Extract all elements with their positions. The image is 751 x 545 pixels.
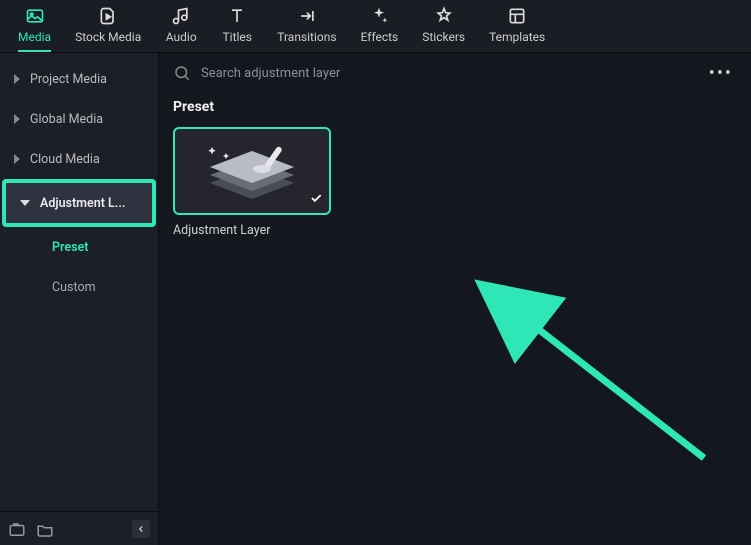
annotation-highlight-box: Adjustment L... [2,179,156,227]
tab-label: Templates [489,30,545,44]
media-icon [25,6,45,26]
content-area: Preset [159,93,751,545]
sidebar-item-label: Project Media [30,72,107,87]
sidebar-subitem-label: Preset [52,240,88,255]
effects-icon [369,6,389,26]
sidebar-item-global-media[interactable]: Global Media [0,99,158,139]
tab-titles[interactable]: Titles [211,0,263,52]
sidebar: Project Media Global Media Cloud Media A… [0,53,159,545]
chevron-right-icon [14,114,20,124]
sidebar-subitem-label: Custom [52,280,96,295]
more-options-button[interactable]: ••• [705,63,737,84]
sidebar-footer [0,511,158,545]
stickers-icon [434,6,454,26]
tab-label: Effects [361,30,399,44]
collapse-sidebar-button[interactable] [132,520,150,538]
tab-stickers[interactable]: Stickers [412,0,475,52]
preset-card-label: Adjustment Layer [173,223,331,238]
adjustment-layer-artwork-icon [192,137,312,205]
sidebar-item-adjustment-layer[interactable]: Adjustment L... [6,183,152,223]
tab-label: Media [18,30,51,44]
preset-card-adjustment-layer[interactable]: Adjustment Layer [173,127,331,238]
main-panel: ••• Preset [159,53,751,545]
new-folder-icon[interactable] [8,521,26,537]
sidebar-subitem-preset[interactable]: Preset [0,227,158,267]
tab-templates[interactable]: Templates [479,0,555,52]
tab-stock-media[interactable]: Stock Media [65,0,151,52]
sidebar-item-cloud-media[interactable]: Cloud Media [0,139,158,179]
templates-icon [507,6,527,26]
tab-label: Titles [222,30,251,44]
search-icon [173,64,191,82]
preset-thumbnail[interactable] [173,127,331,215]
annotation-arrow [354,258,724,488]
chevron-right-icon [14,74,20,84]
tab-media[interactable]: Media [8,0,61,52]
tab-label: Audio [166,30,197,44]
chevron-down-icon [20,200,30,206]
chevron-right-icon [14,154,20,164]
section-title: Preset [173,99,737,115]
search-bar: ••• [159,53,751,93]
tab-label: Stickers [422,30,465,44]
tab-label: Stock Media [75,30,141,44]
folder-icon[interactable] [36,521,54,537]
check-icon [309,190,323,209]
search-input[interactable] [201,66,695,81]
sidebar-item-label: Global Media [30,112,103,127]
sidebar-item-label: Adjustment L... [40,196,125,211]
sidebar-item-label: Cloud Media [30,152,100,167]
sidebar-item-project-media[interactable]: Project Media [0,59,158,99]
stock-media-icon [98,6,118,26]
tab-transitions[interactable]: Transitions [267,0,346,52]
titles-icon [227,6,247,26]
tab-label: Transitions [277,30,336,44]
sidebar-list: Project Media Global Media Cloud Media A… [0,53,158,511]
top-tab-bar: Media Stock Media Audio Titles Transitio… [0,0,751,53]
sidebar-subitem-custom[interactable]: Custom [0,267,158,307]
tab-effects[interactable]: Effects [351,0,409,52]
transitions-icon [297,6,317,26]
tab-audio[interactable]: Audio [155,0,207,52]
audio-icon [171,6,191,26]
